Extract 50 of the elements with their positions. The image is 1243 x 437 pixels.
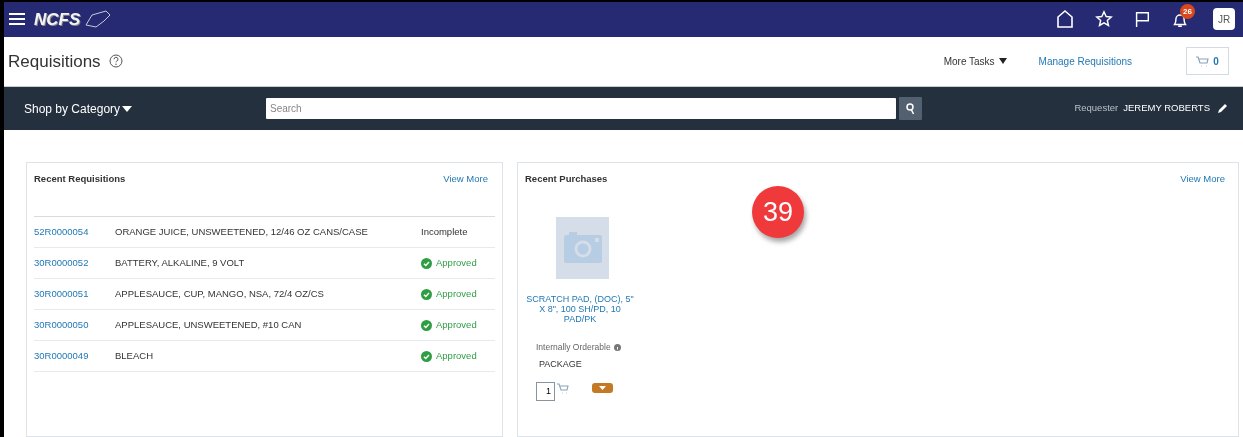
- cart-icon: [1196, 55, 1210, 67]
- requisition-number-link[interactable]: 30R0000052: [34, 255, 115, 271]
- caret-icon: [998, 58, 1007, 65]
- search-icon: [905, 102, 916, 115]
- star-icon[interactable]: [1095, 10, 1113, 29]
- flag-icon[interactable]: [1133, 10, 1151, 29]
- item-description: ORANGE JUICE, UNSWEETENED, 12/46 OZ CANS/CASE: [115, 224, 369, 239]
- product-name-link[interactable]: SCRATCH PAD, (DOC), 5" X 8", 100 SH/PD, 10 PAD/PK: [525, 294, 635, 325]
- availability-text: Internally Orderable: [536, 341, 611, 354]
- caret-icon: [122, 105, 133, 112]
- view-more-link[interactable]: View More: [443, 172, 488, 187]
- cart-button[interactable]: 0: [1186, 47, 1229, 76]
- card-title: Recent Requisitions: [34, 172, 126, 186]
- item-description: BLEACH: [115, 348, 154, 363]
- shop-by-category-menu[interactable]: Shop by Category: [24, 99, 266, 118]
- search-button[interactable]: [899, 97, 922, 121]
- item-description: APPLESAUCE, UNSWEETENED, #10 CAN: [115, 317, 303, 332]
- page-title: Requisitions: [8, 50, 101, 73]
- dropdown-button[interactable]: [592, 383, 613, 393]
- status-text: Incomplete: [421, 224, 468, 239]
- status-text: Approved: [436, 317, 477, 332]
- unit-text: PACKAGE: [539, 358, 583, 371]
- pencil-icon[interactable]: [1216, 102, 1229, 116]
- user-avatar[interactable]: JR: [1213, 8, 1235, 31]
- status-text: Approved: [436, 286, 477, 301]
- image-placeholder-icon: [556, 217, 609, 280]
- caret-icon: [599, 386, 606, 390]
- step-marker-badge: 39: [752, 186, 804, 238]
- notification-badge: 26: [1180, 4, 1195, 20]
- view-more-link[interactable]: View More: [1180, 172, 1225, 187]
- menu-icon[interactable]: [8, 11, 26, 28]
- requisition-number-link[interactable]: 30R0000050: [34, 317, 115, 333]
- card-title: Recent Purchases: [525, 172, 608, 186]
- info-icon[interactable]: [613, 344, 621, 352]
- help-icon[interactable]: [108, 54, 123, 69]
- more-tasks-menu[interactable]: More Tasks: [943, 53, 1007, 69]
- requisition-number-link[interactable]: 30R0000049: [34, 348, 115, 364]
- status-text: Approved: [436, 348, 477, 363]
- search-field[interactable]: Search: [266, 98, 896, 120]
- requisition-number-link[interactable]: 52R0000054: [34, 224, 115, 240]
- item-description: BATTERY, ALKALINE, 9 VOLT: [115, 255, 246, 270]
- item-description: APPLESAUCE, CUP, MANGO, NSA, 72/4 OZ/CS: [115, 286, 325, 301]
- status-text: Approved: [436, 255, 477, 270]
- home-icon[interactable]: [1055, 9, 1075, 30]
- quantity-field[interactable]: 1: [536, 381, 555, 401]
- manage-requisitions-link[interactable]: Manage Requisitions: [1038, 53, 1132, 69]
- requester-label: Requester: [1074, 101, 1119, 116]
- requisition-number-link[interactable]: 30R0000051: [34, 286, 115, 302]
- logo[interactable]: NCFS: [30, 6, 85, 33]
- requester-name: JEREMY ROBERTS: [1123, 101, 1210, 116]
